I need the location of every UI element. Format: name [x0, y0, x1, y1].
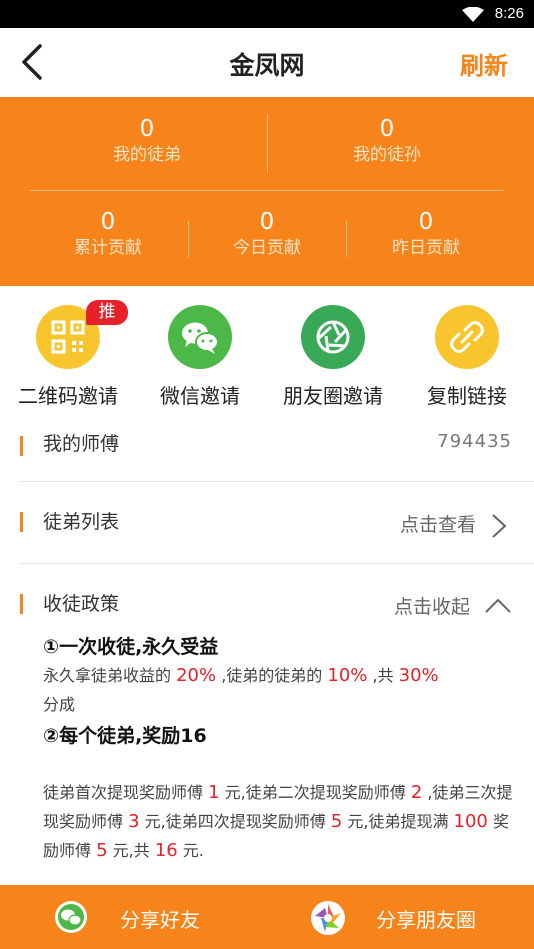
- moments-icon: [301, 305, 365, 369]
- share-friends-button[interactable]: 分享好友: [50, 885, 250, 949]
- rule-text: 分成: [43, 695, 76, 714]
- apprentice-list-title: 徒弟列表: [43, 511, 120, 533]
- status-bar: 8:26: [0, 0, 534, 28]
- stat-label: 累计贡献: [74, 238, 142, 258]
- invite-copy-link[interactable]: 复制链接: [407, 300, 527, 415]
- invite-label: 朋友圈邀请: [283, 384, 383, 408]
- stat-value: 0: [100, 209, 116, 235]
- refresh-button[interactable]: 刷新: [460, 46, 508, 81]
- rule-highlight: 1: [208, 782, 220, 803]
- policy-content: ①一次收徒,永久受益 永久拿徒弟收益的 20% ,徒弟的徒弟的 10% ,共 3…: [43, 632, 513, 865]
- policy-row[interactable]: 收徒政策 点击收起: [0, 575, 534, 635]
- stat-today-contribution: 0 今日贡献: [188, 208, 346, 260]
- rule-highlight: 16: [154, 840, 178, 861]
- master-id: 794435: [437, 431, 512, 452]
- divider: [20, 563, 534, 564]
- invite-label: 复制链接: [427, 384, 507, 408]
- rule-highlight: 30%: [398, 665, 439, 686]
- rule-highlight: 2: [410, 782, 423, 803]
- rule2-heading: ②每个徒弟,奖励16: [43, 725, 207, 747]
- share-moments-button[interactable]: 分享朋友圈: [308, 885, 528, 949]
- stats-panel: 0 我的徒弟 0 我的徒孙 0 累计贡献 0 今日贡献 0 昨日贡献: [0, 97, 534, 286]
- stat-value: 0: [418, 209, 434, 235]
- rule-text: 永久拿徒弟收益的: [43, 666, 177, 685]
- view-link[interactable]: 点击查看: [400, 510, 476, 537]
- rule-text: ,徒弟的徒弟的: [216, 666, 328, 685]
- rule-highlight: 5: [96, 840, 108, 861]
- rule-text: 徒弟首次提现奖励师傅: [43, 783, 209, 802]
- rule-highlight: 100: [453, 811, 488, 832]
- rule2-text: 徒弟首次提现奖励师傅 1 元,徒弟二次提现奖励师傅 2 ,徒弟三次提现奖励师傅 …: [43, 778, 513, 865]
- page-title: 金凤网: [229, 51, 305, 80]
- rule-text: 元,徒弟二次提现奖励师傅: [219, 783, 411, 802]
- bottom-share-bar: 分享好友 分享朋友圈: [0, 885, 534, 949]
- chevron-right-icon[interactable]: [490, 512, 508, 540]
- chevron-up-icon[interactable]: [484, 596, 512, 614]
- stat-label: 我的徒孙: [353, 145, 421, 165]
- nav-bar: 金凤网 刷新: [0, 28, 534, 97]
- rule-highlight: 3: [128, 811, 140, 832]
- wechat-icon: [55, 901, 87, 933]
- stat-label: 我的徒弟: [113, 145, 181, 165]
- stat-total-contribution: 0 累计贡献: [28, 208, 188, 260]
- rule-text: 元,徒弟提现满: [342, 812, 454, 831]
- share-friends-label: 分享好友: [120, 908, 200, 932]
- stat-label: 昨日贡献: [392, 238, 460, 258]
- rule-highlight: 10%: [327, 665, 368, 686]
- apprentice-list-row[interactable]: 徒弟列表 点击查看: [0, 490, 534, 560]
- rule-text: ,共: [367, 666, 399, 685]
- invite-options: 推荐 二维码邀请 微信邀请 朋友圈邀请 复制链接: [0, 300, 534, 415]
- status-time: 8:26: [494, 5, 524, 22]
- stat-grand-apprentices[interactable]: 0 我的徒孙: [267, 115, 507, 167]
- stat-apprentices[interactable]: 0 我的徒弟: [27, 115, 267, 167]
- master-row: 我的师傅 794435: [0, 425, 534, 477]
- rule1-heading: ①一次收徒,永久受益: [43, 636, 219, 658]
- invite-label: 二维码邀请: [18, 384, 118, 408]
- policy-title: 收徒政策: [43, 593, 120, 615]
- recommended-badge: 推荐: [86, 300, 128, 347]
- wechat-icon: [168, 305, 232, 369]
- stat-value: 0: [379, 116, 395, 142]
- accent-bar: [20, 436, 23, 456]
- stat-value: 0: [259, 209, 275, 235]
- rule-text: 元.: [177, 841, 204, 860]
- invite-moments[interactable]: 朋友圈邀请: [273, 300, 393, 415]
- collapse-link[interactable]: 点击收起: [394, 592, 470, 619]
- invite-label: 微信邀请: [160, 384, 240, 408]
- master-title: 我的师傅: [43, 433, 120, 455]
- accent-bar: [20, 594, 23, 614]
- share-moments-label: 分享朋友圈: [376, 908, 476, 932]
- rule-highlight: 20%: [176, 665, 217, 686]
- invite-wechat[interactable]: 微信邀请: [140, 300, 260, 415]
- stat-value: 0: [139, 116, 155, 142]
- rule-highlight: 5: [330, 811, 343, 832]
- moments-icon: [311, 901, 345, 935]
- link-icon: [435, 305, 499, 369]
- stat-yesterday-contribution: 0 昨日贡献: [346, 208, 506, 260]
- divider: [20, 481, 534, 482]
- rule-text: 元,徒弟四次提现奖励师傅: [139, 812, 331, 831]
- invite-qrcode[interactable]: 推荐 二维码邀请: [8, 300, 128, 415]
- wifi-icon: [462, 7, 484, 22]
- stat-label: 今日贡献: [233, 238, 301, 258]
- rule1-text: 永久拿徒弟收益的 20% ,徒弟的徒弟的 10% ,共 30% 分成: [43, 661, 513, 719]
- divider: [30, 190, 504, 191]
- rule-text: 元,共: [107, 841, 155, 860]
- accent-bar: [20, 512, 23, 532]
